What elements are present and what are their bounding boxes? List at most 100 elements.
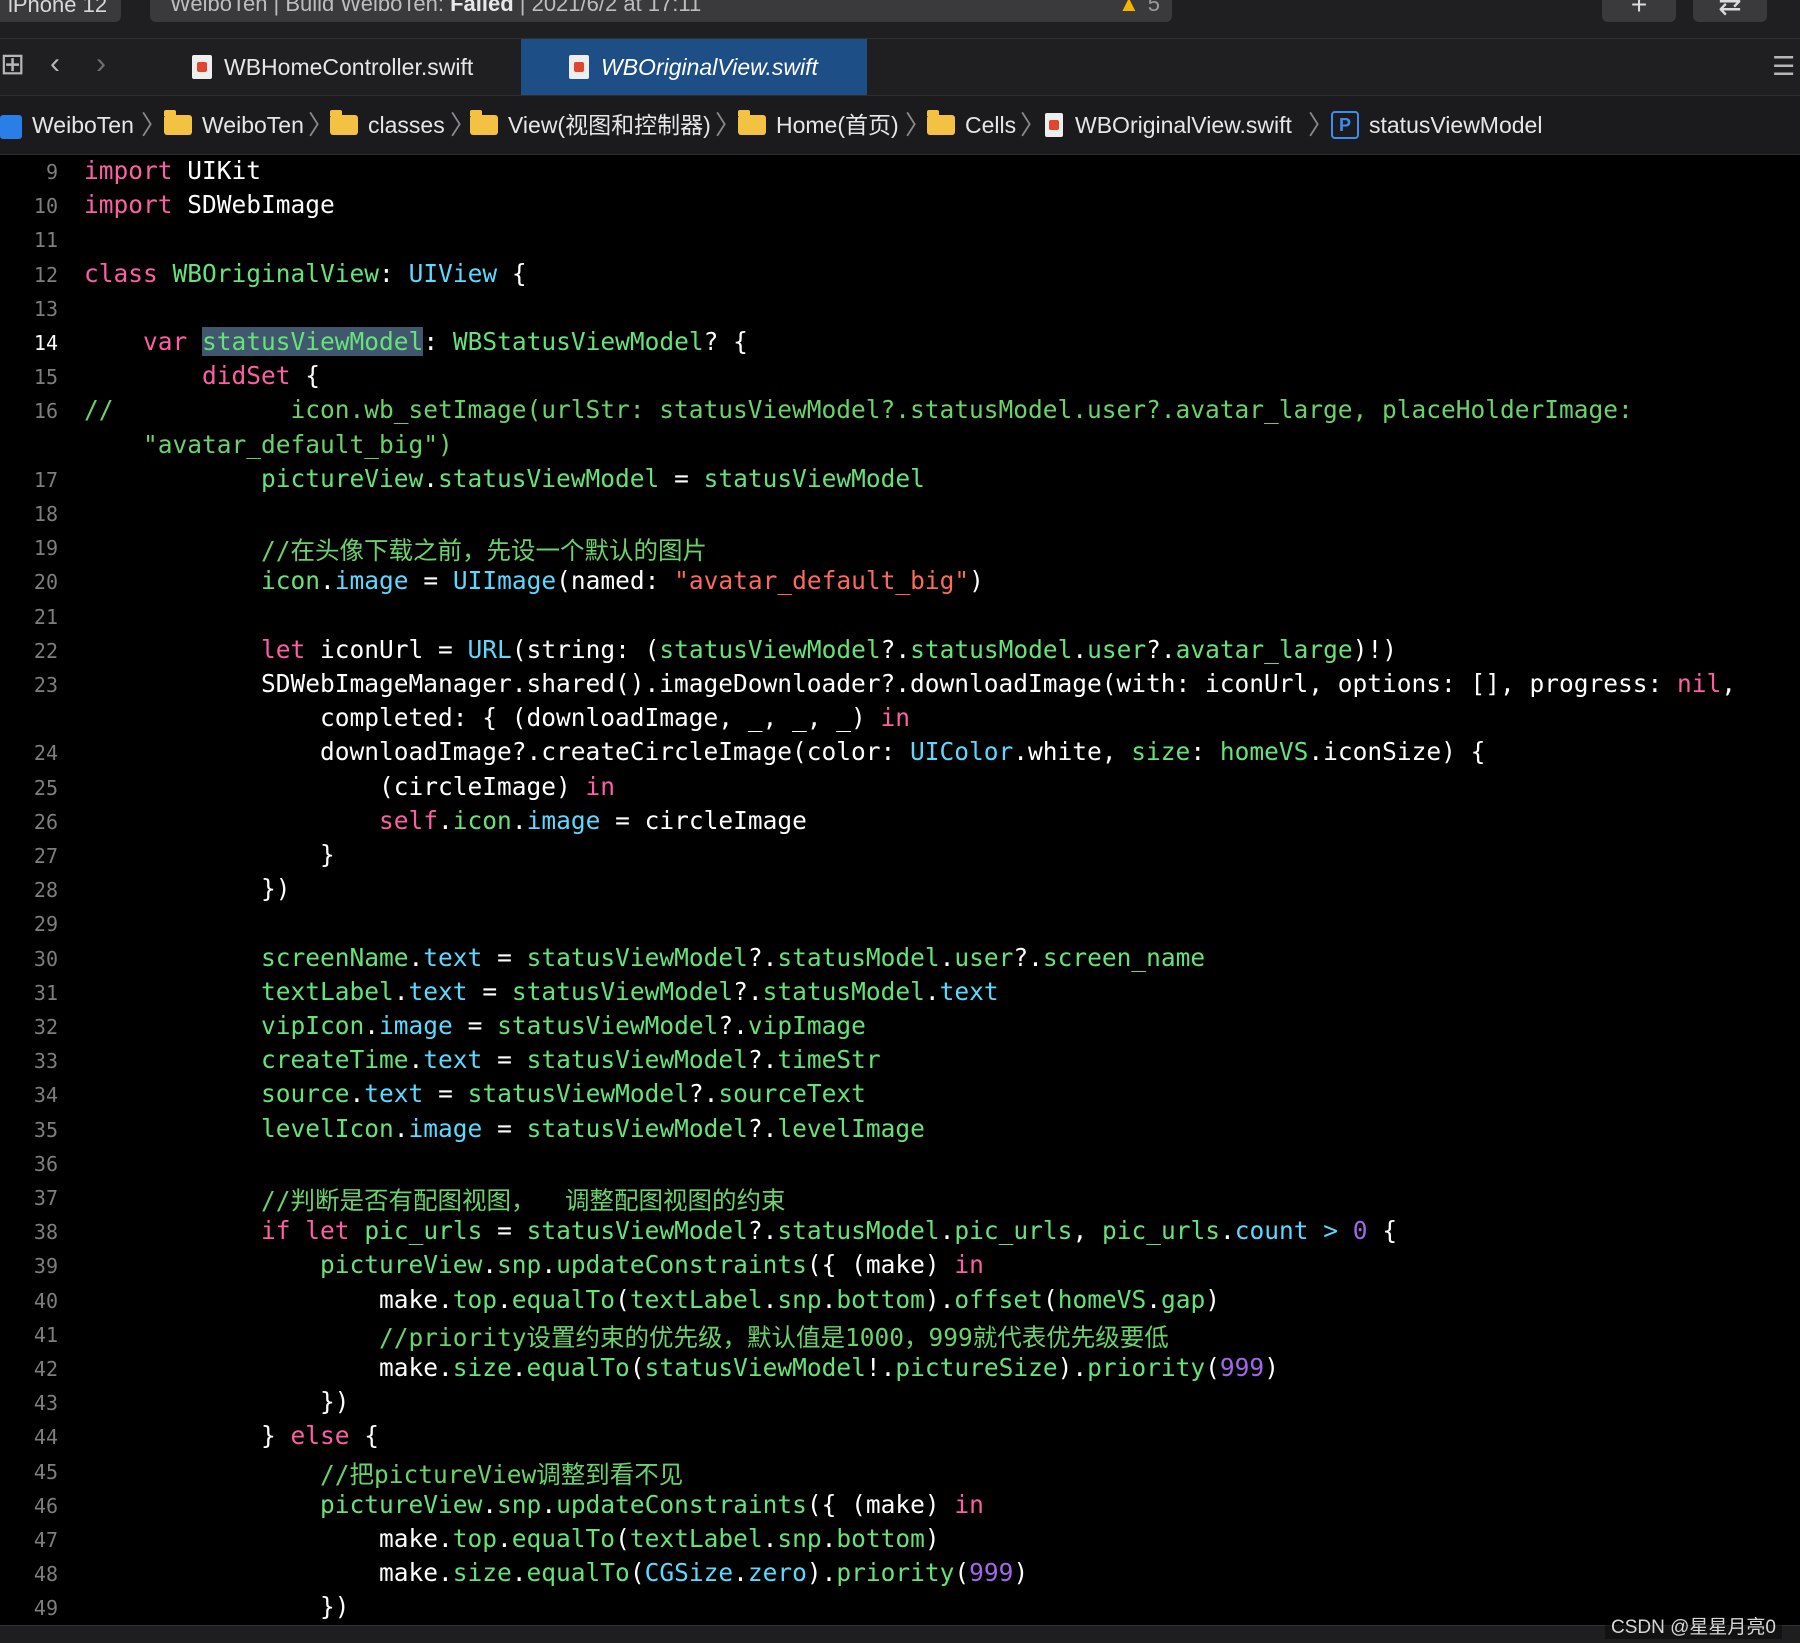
code-line[interactable]: pictureView.snp.updateConstraints({ (mak…: [84, 1490, 984, 1519]
forward-chevron-icon[interactable]: ›: [96, 47, 106, 81]
line-number[interactable]: 17: [0, 468, 58, 492]
code-line[interactable]: createTime.text = statusViewModel?.timeS…: [84, 1045, 881, 1074]
line-number[interactable]: 32: [0, 1015, 58, 1039]
code-line[interactable]: if let pic_urls = statusViewModel?.statu…: [84, 1216, 1397, 1245]
line-number[interactable]: 22: [0, 639, 58, 663]
code-line[interactable]: pictureView.statusViewModel = statusView…: [84, 464, 925, 493]
code-line[interactable]: }): [84, 874, 291, 903]
code-line[interactable]: }: [84, 840, 335, 869]
line-number[interactable]: 45: [0, 1460, 58, 1484]
code-line[interactable]: import UIKit: [84, 156, 261, 185]
breadcrumb-file[interactable]: WBOriginalView.swift: [1045, 96, 1292, 154]
code-line[interactable]: class WBOriginalView: UIView {: [84, 259, 527, 288]
line-number[interactable]: 35: [0, 1118, 58, 1142]
line-number[interactable]: 28: [0, 878, 58, 902]
breadcrumb-group-classes[interactable]: classes: [330, 96, 445, 154]
code-line[interactable]: self.icon.image = circleImage: [84, 806, 807, 835]
breadcrumb-group-home[interactable]: Home(首页): [738, 96, 899, 154]
code-line[interactable]: completed: { (downloadImage, _, _, _) in: [84, 703, 910, 732]
line-number[interactable]: 10: [0, 194, 58, 218]
line-number[interactable]: 25: [0, 776, 58, 800]
line-number[interactable]: 27: [0, 844, 58, 868]
line-number[interactable]: 29: [0, 912, 58, 936]
code-line[interactable]: //在头像下载之前，先设一个默认的图片: [84, 532, 707, 567]
line-number[interactable]: 42: [0, 1357, 58, 1381]
line-number[interactable]: 40: [0, 1289, 58, 1313]
breadcrumb-project[interactable]: WeiboTen: [0, 96, 134, 154]
code-line[interactable]: } else {: [84, 1421, 379, 1450]
line-number[interactable]: 19: [0, 536, 58, 560]
code-line[interactable]: downloadImage?.createCircleImage(color: …: [84, 737, 1485, 766]
line-number[interactable]: 18: [0, 502, 58, 526]
tab-wboriginalview[interactable]: WBOriginalView.swift: [521, 39, 867, 95]
breadcrumb-group-cells[interactable]: Cells: [927, 96, 1016, 154]
tab-wbhomecontroller[interactable]: WBHomeController.swift: [186, 39, 520, 95]
line-number[interactable]: 21: [0, 605, 58, 629]
line-number[interactable]: 23: [0, 673, 58, 697]
grid-icon[interactable]: ⊞: [0, 47, 25, 82]
code-line[interactable]: source.text = statusViewModel?.sourceTex…: [84, 1079, 866, 1108]
line-number[interactable]: 14: [0, 331, 58, 355]
code-line[interactable]: (circleImage) in: [84, 772, 615, 801]
line-number[interactable]: 16: [0, 399, 58, 423]
code-line[interactable]: levelIcon.image = statusViewModel?.level…: [84, 1114, 925, 1143]
breadcrumb-group-view[interactable]: View(视图和控制器): [470, 96, 711, 154]
line-number[interactable]: 9: [0, 160, 58, 184]
line-number[interactable]: 12: [0, 263, 58, 287]
activity-viewer[interactable]: WeiboTen | Build WeiboTen: Failed | 2021…: [150, 0, 1172, 22]
line-number[interactable]: 15: [0, 365, 58, 389]
code-line[interactable]: screenName.text = statusViewModel?.statu…: [84, 943, 1205, 972]
code-line[interactable]: make.size.equalTo(CGSize.zero).priority(…: [84, 1558, 1028, 1587]
line-number[interactable]: 31: [0, 981, 58, 1005]
line-number[interactable]: 38: [0, 1220, 58, 1244]
breadcrumb-symbol[interactable]: PstatusViewModel: [1331, 96, 1542, 154]
back-chevron-icon[interactable]: ‹: [50, 47, 60, 81]
code-line[interactable]: make.size.equalTo(statusViewModel!.pictu…: [84, 1353, 1279, 1382]
code-line[interactable]: SDWebImageManager.shared().imageDownload…: [84, 669, 1736, 698]
code-line[interactable]: var statusViewModel: WBStatusViewModel? …: [84, 327, 748, 356]
code-editor[interactable]: 9 import UIKit 10 import SDWebImage 11 12 clas…: [0, 155, 1800, 1625]
code-line[interactable]: import SDWebImage: [84, 190, 335, 219]
code-line[interactable]: textLabel.text = statusViewModel?.status…: [84, 977, 999, 1006]
line-number[interactable]: 44: [0, 1425, 58, 1449]
scheme-device-selector[interactable]: iPhone 12: [0, 0, 122, 22]
code-line[interactable]: make.top.equalTo(textLabel.snp.bottom): [84, 1524, 940, 1553]
dock-strip: [0, 1625, 1800, 1643]
line-number[interactable]: 11: [0, 228, 58, 252]
code-line[interactable]: vipIcon.image = statusViewModel?.vipImag…: [84, 1011, 866, 1040]
code-line[interactable]: let iconUrl = URL(string: (statusViewMod…: [84, 635, 1397, 664]
line-number[interactable]: 13: [0, 297, 58, 321]
code-line[interactable]: pictureView.snp.updateConstraints({ (mak…: [84, 1250, 984, 1279]
line-number[interactable]: 48: [0, 1562, 58, 1586]
line-number[interactable]: 43: [0, 1391, 58, 1415]
line-number[interactable]: 37: [0, 1186, 58, 1210]
code-line[interactable]: // icon.wb_setImage(urlStr: statusViewMo…: [84, 395, 1633, 424]
code-line[interactable]: //把pictureView调整到看不见: [84, 1456, 683, 1491]
editor-options-icon[interactable]: ☰: [1772, 51, 1795, 82]
swift-file-icon: [192, 54, 212, 79]
breadcrumb-group-weiboten[interactable]: WeiboTen: [164, 96, 304, 154]
code-line[interactable]: }): [84, 1387, 350, 1416]
code-line[interactable]: //判断是否有配图视图， 调整配图视图的约束: [84, 1182, 786, 1217]
code-line[interactable]: "avatar_default_big"): [84, 430, 453, 459]
code-line[interactable]: //priority设置约束的优先级，默认值是1000，999就代表优先级要低: [84, 1319, 1169, 1354]
line-number[interactable]: 26: [0, 810, 58, 834]
code-line[interactable]: didSet {: [84, 361, 320, 390]
line-number[interactable]: 30: [0, 947, 58, 971]
code-line[interactable]: make.top.equalTo(textLabel.snp.bottom).o…: [84, 1285, 1220, 1314]
toggle-layout-button[interactable]: ⇄: [1693, 0, 1767, 22]
line-number[interactable]: 49: [0, 1596, 58, 1620]
line-number[interactable]: 41: [0, 1323, 58, 1347]
line-number[interactable]: 34: [0, 1083, 58, 1107]
line-number[interactable]: 39: [0, 1254, 58, 1278]
warning-indicator[interactable]: ▲ 5: [1118, 0, 1160, 18]
code-line[interactable]: }): [84, 1592, 350, 1621]
line-number[interactable]: 20: [0, 570, 58, 594]
code-line[interactable]: icon.image = UIImage(named: "avatar_defa…: [84, 566, 984, 595]
line-number[interactable]: 47: [0, 1528, 58, 1552]
add-button[interactable]: +: [1602, 0, 1676, 22]
line-number[interactable]: 24: [0, 741, 58, 765]
line-number[interactable]: 33: [0, 1049, 58, 1073]
line-number[interactable]: 36: [0, 1152, 58, 1176]
line-number[interactable]: 46: [0, 1494, 58, 1518]
